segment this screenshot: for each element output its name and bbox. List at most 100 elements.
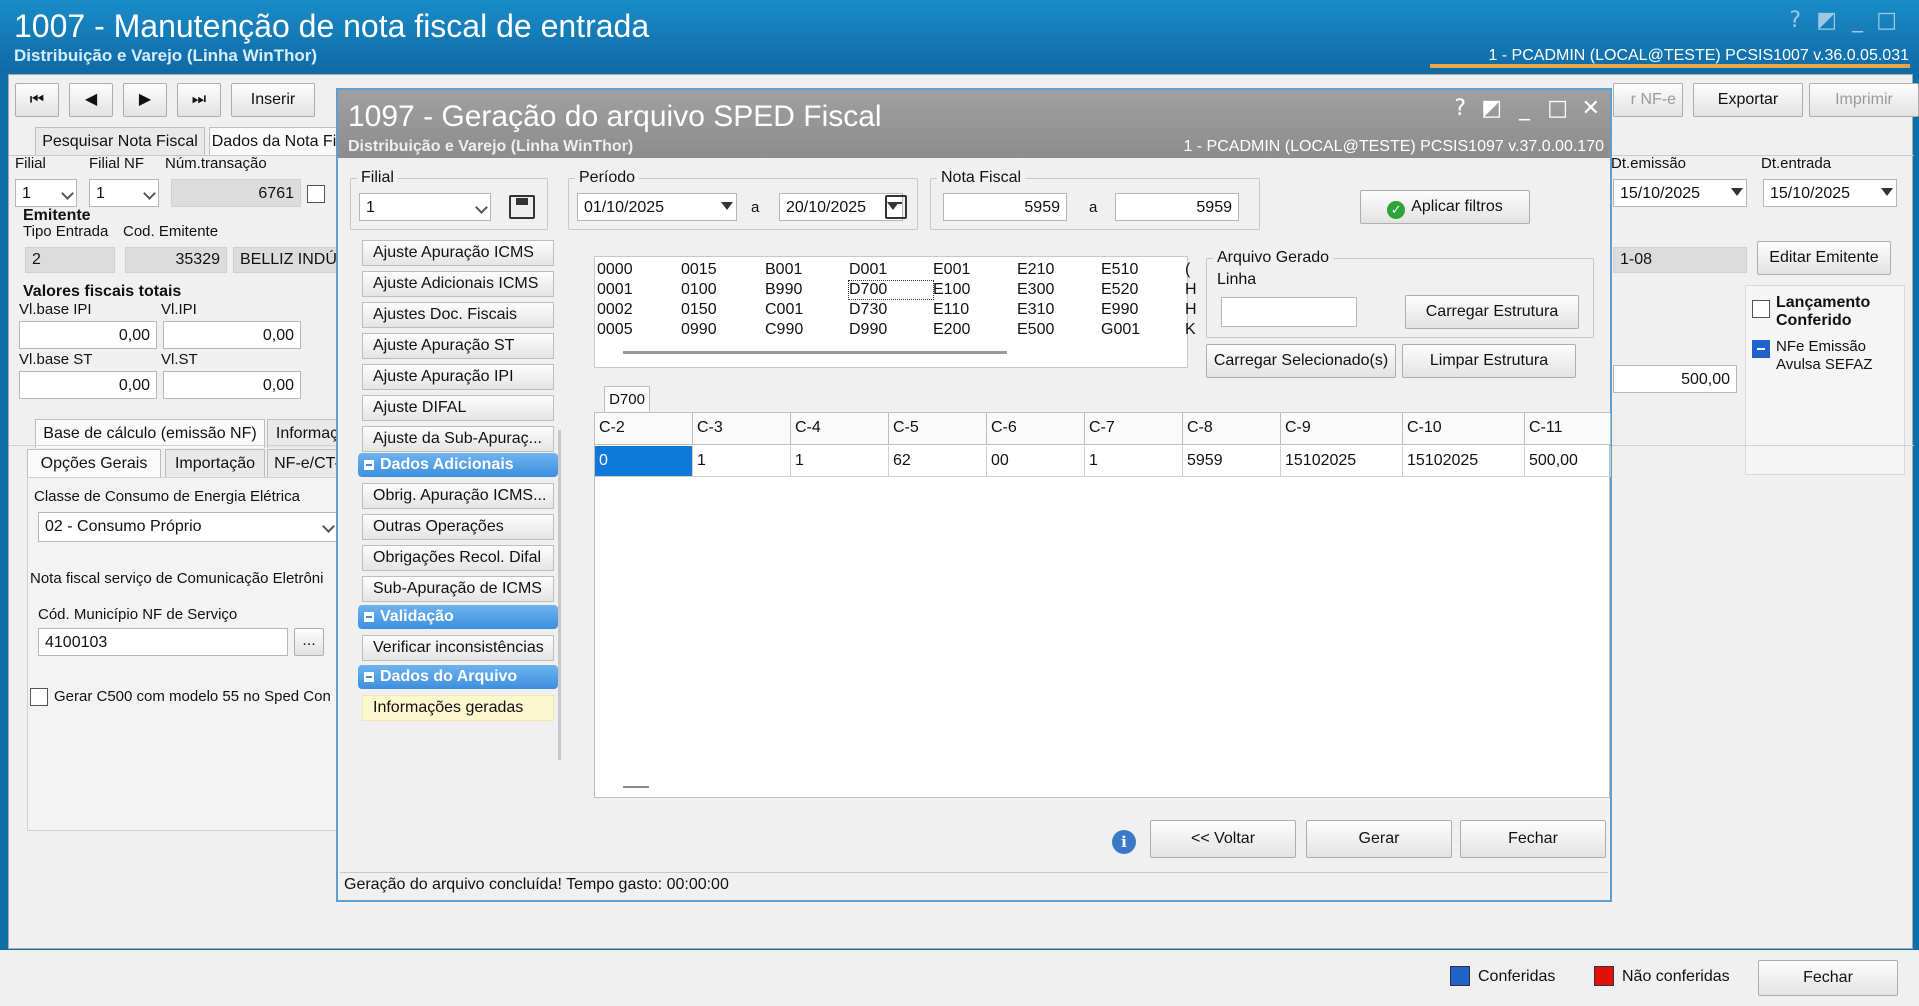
vl-st-field[interactable]: 0,00	[163, 371, 301, 399]
vl-base-st-field[interactable]: 0,00	[19, 371, 157, 399]
grid-column-header[interactable]: C-4	[791, 413, 889, 445]
nfe-button[interactable]: r NF-e	[1613, 83, 1683, 117]
nav-header-validacao[interactable]: Validação	[358, 605, 558, 629]
registro-item[interactable]: E510	[1101, 261, 1138, 279]
nav-ajuste-apuracao-st[interactable]: Ajuste Apuração ST	[362, 333, 554, 359]
dialog-filial-select[interactable]: 1	[359, 193, 491, 221]
registros-scrollbar[interactable]	[623, 351, 1007, 354]
tab-nfe-cte[interactable]: NF-e/CT-	[267, 449, 347, 478]
registro-item[interactable]: C990	[765, 321, 803, 339]
carregar-estrutura-button[interactable]: Carregar Estrutura	[1405, 295, 1579, 329]
nav-outras-operacoes[interactable]: Outras Operações	[362, 514, 554, 540]
classe-consumo-select[interactable]: 02 - Consumo Próprio	[38, 512, 338, 542]
registro-item[interactable]: H	[1185, 301, 1197, 319]
tab-informacoes[interactable]: Informaç	[267, 419, 347, 448]
vl-base-ipi-field[interactable]: 0,00	[19, 321, 157, 349]
filial-nf-select[interactable]: 1	[89, 179, 159, 207]
grid-column-header[interactable]: C-7	[1085, 413, 1183, 445]
registro-item[interactable]: 0001	[597, 281, 633, 299]
calendar-icon[interactable]	[885, 195, 907, 219]
prev-record-button[interactable]: ◀	[69, 83, 113, 117]
maximize-icon[interactable]: □	[1876, 8, 1897, 33]
save-icon[interactable]	[509, 195, 535, 219]
registro-item[interactable]: 0002	[597, 301, 633, 319]
minimize-icon[interactable]: _	[1852, 8, 1863, 33]
registro-item[interactable]: B001	[765, 261, 802, 279]
registro-item[interactable]: E001	[933, 261, 970, 279]
grid-cell[interactable]: 1	[791, 446, 889, 476]
registro-item[interactable]: E100	[933, 281, 970, 299]
tab-d700[interactable]: D700	[604, 386, 650, 412]
grid-cell[interactable]: 500,00	[1525, 446, 1611, 476]
editar-emitente-button[interactable]: Editar Emitente	[1757, 241, 1891, 275]
registro-item[interactable]: G001	[1101, 321, 1140, 339]
grid-column-header[interactable]: C-3	[693, 413, 791, 445]
tab-importacao[interactable]: Importação	[165, 449, 265, 478]
tab-dados-nota[interactable]: Dados da Nota Fi	[209, 127, 339, 156]
help-icon[interactable]: ?	[1789, 8, 1801, 33]
registro-item[interactable]: H	[1185, 281, 1197, 299]
grid-column-header[interactable]: C-2	[595, 413, 693, 445]
registro-item[interactable]: 0100	[681, 281, 717, 299]
grid-cell[interactable]: 1	[1085, 446, 1183, 476]
lancamento-conferido-checkbox[interactable]	[1752, 300, 1770, 318]
grid-cell[interactable]: 0	[595, 446, 693, 476]
registro-item[interactable]: 0015	[681, 261, 717, 279]
grid-cell[interactable]: 5959	[1183, 446, 1281, 476]
nfe-emissao-checkbox[interactable]	[1752, 340, 1770, 358]
cod-municipio-lookup-button[interactable]: ...	[294, 628, 324, 656]
grid-cell[interactable]: 1	[693, 446, 791, 476]
dialog-fechar-button[interactable]: Fechar	[1460, 820, 1606, 858]
grid-cell[interactable]: 15102025	[1403, 446, 1525, 476]
first-record-button[interactable]: ⏮	[15, 83, 59, 117]
registro-item[interactable]: E200	[933, 321, 970, 339]
nav-obrig-apuracao-icms[interactable]: Obrig. Apuração ICMS...	[362, 483, 554, 509]
header-checkbox[interactable]	[307, 185, 325, 203]
insert-button[interactable]: Inserir	[231, 83, 315, 117]
registro-item[interactable]: B990	[765, 281, 802, 299]
nav-header-dados-arquivo[interactable]: Dados do Arquivo	[358, 665, 558, 689]
gerar-button[interactable]: Gerar	[1306, 820, 1452, 858]
tab-pesquisar-nota[interactable]: Pesquisar Nota Fiscal	[35, 127, 205, 156]
dialog-resize-icon[interactable]: ◩	[1481, 96, 1502, 121]
registro-item[interactable]: (	[1185, 261, 1190, 279]
export-button[interactable]: Exportar	[1693, 83, 1803, 117]
grid-column-header[interactable]: C-9	[1281, 413, 1403, 445]
nav-ajuste-apuracao-ipi[interactable]: Ajuste Apuração IPI	[362, 364, 554, 390]
dialog-minimize-icon[interactable]: _	[1519, 96, 1530, 121]
grid-scrollbar[interactable]	[623, 786, 649, 788]
registro-item[interactable]: E990	[1101, 301, 1138, 319]
nav-ajuste-sub-apuracao[interactable]: Ajuste da Sub-Apuraç...	[362, 426, 554, 452]
next-record-button[interactable]: ▶	[123, 83, 167, 117]
nf-ate-field[interactable]: 5959	[1115, 193, 1239, 221]
voltar-button[interactable]: << Voltar	[1150, 820, 1296, 858]
dialog-help-icon[interactable]: ?	[1454, 96, 1466, 121]
nav-informacoes-geradas[interactable]: Informações geradas	[362, 695, 554, 721]
registro-item[interactable]: D990	[849, 321, 887, 339]
registro-item[interactable]: E110	[933, 301, 969, 319]
grid-column-header[interactable]: C-11	[1525, 413, 1611, 445]
print-button[interactable]: Imprimir	[1809, 83, 1919, 117]
registro-item[interactable]: E300	[1017, 281, 1054, 299]
gerar-c500-checkbox[interactable]	[30, 688, 48, 706]
filial-select[interactable]: 1	[15, 179, 77, 207]
registro-item[interactable]: D700	[848, 280, 934, 300]
nav-obrigacoes-recol-difal[interactable]: Obrigações Recol. Difal	[362, 545, 554, 571]
grid-cell[interactable]: 00	[987, 446, 1085, 476]
registro-item[interactable]: D001	[849, 261, 887, 279]
value-500-field[interactable]: 500,00	[1613, 365, 1737, 393]
tab-base-calculo[interactable]: Base de cálculo (emissão NF)	[35, 419, 265, 448]
last-record-button[interactable]: ⏭	[177, 83, 221, 117]
grid-column-header[interactable]: C-6	[987, 413, 1085, 445]
nav-verificar-inconsistencias[interactable]: Verificar inconsistências	[362, 635, 554, 661]
grid-column-header[interactable]: C-5	[889, 413, 987, 445]
grid-column-header[interactable]: C-10	[1403, 413, 1525, 445]
registro-item[interactable]: D730	[849, 301, 887, 319]
registro-item[interactable]: 0990	[681, 321, 717, 339]
cod-municipio-field[interactable]: 4100103	[38, 628, 288, 656]
registro-item[interactable]: C001	[765, 301, 803, 319]
tab-opcoes-gerais[interactable]: Opções Gerais	[27, 449, 161, 478]
registro-item[interactable]: E520	[1101, 281, 1138, 299]
resize-icon[interactable]: ◩	[1816, 8, 1837, 33]
nav-header-dados-adicionais[interactable]: Dados Adicionais	[358, 453, 558, 477]
